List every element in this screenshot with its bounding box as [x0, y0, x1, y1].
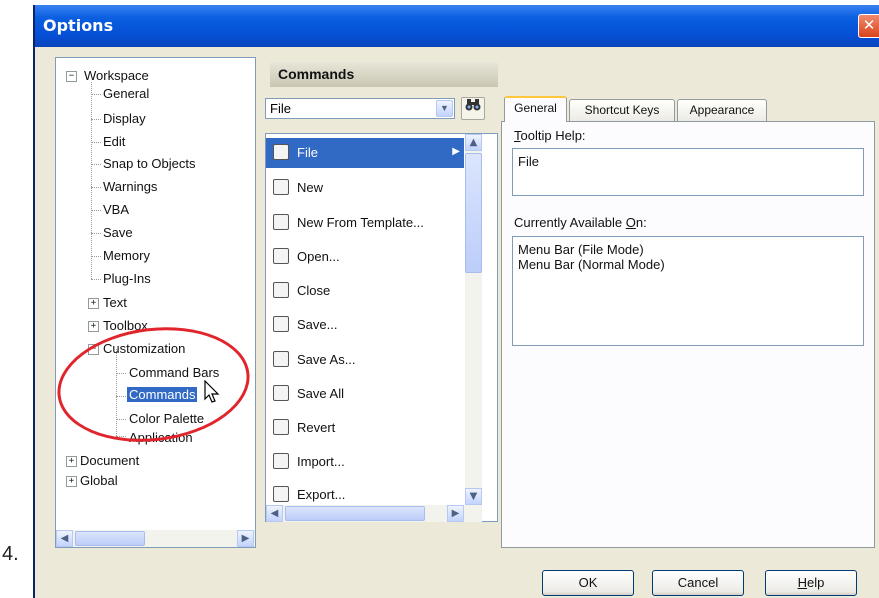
properties-tabs: General Shortcut Keys Appearance Tooltip…	[501, 93, 875, 548]
new-document-icon	[273, 179, 289, 195]
currently-available-on-label: Currently Available On:	[514, 215, 647, 230]
binoculars-icon[interactable]	[461, 97, 485, 120]
command-label: Save As...	[297, 352, 356, 367]
list-item[interactable]: Menu Bar (Normal Mode)	[518, 257, 665, 272]
command-label: Import...	[297, 454, 345, 469]
available-label-pre: Currently Available	[514, 215, 626, 230]
tree-item-text[interactable]: Text	[103, 295, 127, 310]
scroll-right-icon[interactable]: ▶	[237, 530, 254, 547]
scroll-left-icon[interactable]: ◀	[266, 505, 283, 522]
tab-appearance[interactable]: Appearance	[677, 99, 767, 121]
commands-header: Commands	[270, 62, 498, 87]
command-label: New From Template...	[297, 215, 424, 230]
ok-button[interactable]: OK	[542, 570, 634, 596]
options-tree[interactable]: − Workspace General Display Edit Snap to…	[55, 57, 256, 548]
tree-item-warnings[interactable]: Warnings	[103, 179, 157, 194]
tree-item-document[interactable]: Document	[80, 453, 139, 468]
import-icon	[273, 453, 289, 469]
tree-item-general[interactable]: General	[103, 86, 149, 101]
revert-icon	[273, 419, 289, 435]
command-label: File	[297, 145, 318, 160]
title-bar[interactable]: Options ✕	[35, 5, 879, 47]
command-list[interactable]: File ▶ New New From Template... Open... …	[265, 133, 498, 522]
command-list-scroll-thumb[interactable]	[465, 153, 482, 273]
scroll-up-icon[interactable]: ▲	[465, 134, 482, 151]
expand-toolbox-icon[interactable]: +	[88, 321, 99, 332]
open-folder-icon	[273, 248, 289, 264]
expand-text-icon[interactable]: +	[88, 298, 99, 309]
help-button[interactable]: Help	[765, 570, 857, 596]
scroll-down-icon[interactable]: ▼	[465, 488, 482, 505]
command-label: Open...	[297, 249, 340, 264]
command-category-select[interactable]: File ▼	[265, 98, 455, 119]
command-item-save[interactable]: Save...	[266, 310, 464, 340]
tree-item-edit[interactable]: Edit	[103, 134, 125, 149]
tree-item-global[interactable]: Global	[80, 473, 118, 488]
cancel-button[interactable]: Cancel	[652, 570, 744, 596]
command-list-horizontal-scrollbar[interactable]: ◀ ▶	[266, 505, 482, 522]
close-button[interactable]: ✕	[858, 14, 879, 38]
tree-item-plug-ins[interactable]: Plug-Ins	[103, 271, 151, 286]
command-item-new[interactable]: New	[266, 173, 464, 203]
save-as-icon	[273, 351, 289, 367]
template-icon	[273, 214, 289, 230]
mnemonic-o: O	[625, 215, 636, 230]
command-list-hscroll-thumb[interactable]	[285, 506, 425, 521]
tree-item-memory[interactable]: Memory	[103, 248, 150, 263]
help-label: elp	[807, 575, 825, 590]
list-item[interactable]: Menu Bar (File Mode)	[518, 242, 644, 257]
available-label-post: n:	[635, 215, 647, 230]
general-tab-page: Tooltip Help: File Currently Available O…	[501, 121, 875, 548]
tree-item-workspace[interactable]: Workspace	[84, 68, 149, 83]
scroll-left-icon[interactable]: ◀	[56, 530, 73, 547]
tab-shortcut-keys[interactable]: Shortcut Keys	[569, 99, 675, 121]
mouse-pointer-icon	[204, 380, 220, 403]
window-title: Options	[43, 16, 114, 35]
tree-item-vba[interactable]: VBA	[103, 202, 129, 217]
expand-document-icon[interactable]: +	[66, 456, 77, 467]
command-item-save-as[interactable]: Save As...	[266, 345, 464, 375]
command-label: Save...	[297, 317, 338, 332]
tab-general[interactable]: General	[504, 96, 567, 122]
tree-item-snap-to-objects[interactable]: Snap to Objects	[103, 156, 196, 171]
command-item-import[interactable]: Import...	[266, 447, 464, 477]
tooltip-help-label: Tooltip Help:	[514, 128, 586, 143]
export-icon	[273, 486, 289, 502]
commands-header-label: Commands	[278, 66, 355, 82]
command-item-open[interactable]: Open...	[266, 242, 464, 272]
tooltip-label-text: ooltip Help:	[520, 128, 586, 143]
command-list-vertical-scrollbar[interactable]: ▲ ▼	[465, 134, 482, 505]
close-document-icon	[273, 282, 289, 298]
command-label: Save All	[297, 386, 344, 401]
combo-value: File	[270, 101, 291, 116]
tooltip-help-field[interactable]: File	[512, 148, 864, 196]
currently-available-on-list[interactable]: Menu Bar (File Mode) Menu Bar (Normal Mo…	[512, 236, 864, 346]
command-item-revert[interactable]: Revert	[266, 413, 464, 443]
command-label: Revert	[297, 420, 336, 435]
command-item-close[interactable]: Close	[266, 276, 464, 306]
tooltip-help-value: File	[518, 154, 539, 169]
collapse-workspace-icon[interactable]: −	[66, 71, 77, 82]
tree-item-display[interactable]: Display	[103, 111, 146, 126]
save-icon	[273, 316, 289, 332]
command-label: Close	[297, 283, 331, 298]
submenu-arrow-icon: ▶	[452, 146, 460, 157]
step-number: 4.	[2, 543, 19, 565]
tree-horizontal-scrollbar[interactable]: ◀ ▶	[56, 530, 255, 547]
tree-item-save[interactable]: Save	[103, 225, 133, 240]
command-item-new-from-template[interactable]: New From Template...	[266, 208, 464, 238]
options-dialog: Options ✕ − Workspace General Display Ed…	[33, 5, 879, 598]
page-icon	[273, 144, 289, 160]
command-item-file[interactable]: File ▶	[266, 138, 464, 168]
command-label: Export...	[297, 487, 346, 502]
chevron-down-icon[interactable]: ▼	[436, 100, 453, 117]
save-all-icon	[273, 385, 289, 401]
tree-scroll-thumb[interactable]	[75, 531, 145, 546]
command-item-save-all[interactable]: Save All	[266, 379, 464, 409]
mnemonic-h: H	[797, 575, 808, 590]
expand-global-icon[interactable]: +	[66, 476, 77, 487]
scroll-right-icon[interactable]: ▶	[447, 505, 464, 522]
command-label: New	[297, 180, 324, 195]
